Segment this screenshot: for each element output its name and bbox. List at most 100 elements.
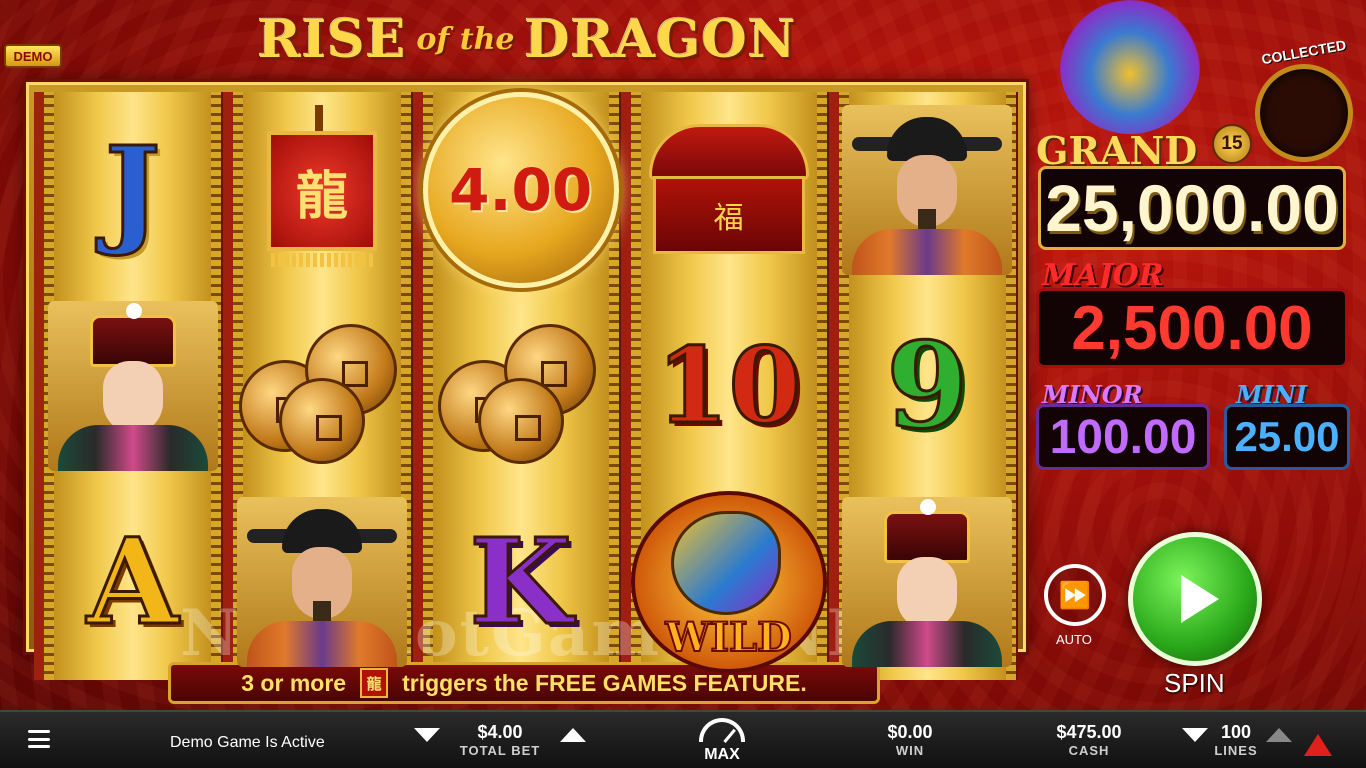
wild-label: WILD bbox=[664, 613, 792, 662]
collected-ring bbox=[1255, 64, 1353, 162]
symbol-cell bbox=[839, 484, 1016, 680]
symbol-cell: 龍 bbox=[233, 92, 410, 288]
empress-crown bbox=[884, 511, 971, 563]
gauge-icon bbox=[699, 718, 745, 742]
coin-icon bbox=[478, 377, 565, 464]
symbol-a: A bbox=[85, 512, 180, 651]
dragon-emblem-icon bbox=[1060, 0, 1200, 134]
lines: 100 LINES bbox=[1206, 722, 1266, 758]
auto-play-button[interactable]: ⏩ bbox=[1044, 564, 1106, 626]
title-dragon: DRAGON bbox=[524, 8, 797, 70]
symbol-empress bbox=[842, 497, 1013, 667]
cash-label: CASH bbox=[1068, 743, 1110, 758]
reel-5: 9 bbox=[828, 92, 1018, 680]
spin-label: SPIN bbox=[1164, 668, 1225, 698]
bet-decrease-button[interactable] bbox=[414, 728, 440, 742]
banner-character: 龍 bbox=[295, 165, 348, 227]
chest-lid bbox=[648, 124, 809, 180]
dragon-head-icon bbox=[670, 511, 781, 615]
mini-jackpot-value: 25.00 bbox=[1224, 404, 1350, 470]
symbol-cell: 福 bbox=[631, 92, 827, 288]
cash-value: $475.00 bbox=[1056, 722, 1122, 742]
symbol-cell bbox=[233, 484, 410, 680]
cash-coin-value: 4.00 bbox=[449, 156, 593, 224]
symbol-cell: A bbox=[44, 484, 221, 680]
symbol-official bbox=[842, 105, 1013, 275]
win-label: WIN bbox=[895, 743, 925, 758]
symbol-cell bbox=[233, 288, 410, 484]
reel-3: 4.00 K bbox=[412, 92, 621, 680]
provider-logo-icon bbox=[1304, 734, 1332, 756]
max-bet-button[interactable]: MAX bbox=[694, 718, 750, 766]
demo-badge: DEMO bbox=[4, 44, 62, 68]
game-title: RISE of the DRAGON bbox=[222, 6, 832, 72]
fast-forward-icon: ⏩ bbox=[1058, 579, 1092, 610]
symbol-cell: K bbox=[423, 484, 619, 680]
chest-character: 福 bbox=[713, 201, 744, 236]
collected-meter: COLLECTED bbox=[1254, 37, 1354, 168]
empress-face bbox=[102, 361, 163, 433]
symbol-coins bbox=[438, 304, 603, 469]
lines-increase-button[interactable] bbox=[1266, 728, 1292, 742]
cash: $475.00 CASH bbox=[1034, 722, 1144, 758]
symbol-cell: J bbox=[44, 92, 221, 288]
auto-label: AUTO bbox=[1056, 632, 1092, 647]
reel-4: 福 10 WILD bbox=[620, 92, 829, 680]
symbol-official bbox=[236, 497, 407, 667]
bet-increase-button[interactable] bbox=[560, 728, 586, 742]
symbol-10: 10 bbox=[655, 324, 803, 447]
game-stage: DEMO RISE of the DRAGON J A 龍 4.00 K 福 1… bbox=[0, 0, 1366, 710]
lines-label: LINES bbox=[1214, 743, 1258, 758]
menu-icon[interactable] bbox=[28, 730, 50, 748]
max-label: MAX bbox=[704, 746, 740, 763]
symbol-j: J bbox=[103, 120, 162, 259]
grand-count-badge: 15 bbox=[1212, 124, 1252, 164]
symbol-treasure-chest: 福 bbox=[648, 124, 809, 256]
title-of-the: of the bbox=[416, 21, 515, 57]
symbol-cell: WILD bbox=[630, 484, 827, 680]
lines-decrease-button[interactable] bbox=[1182, 728, 1208, 742]
symbol-k: K bbox=[468, 512, 574, 651]
official-robe bbox=[246, 621, 397, 667]
play-icon bbox=[1181, 575, 1219, 623]
banner-flag: 龍 bbox=[266, 131, 377, 251]
symbol-cell bbox=[839, 92, 1016, 288]
symbol-9: 9 bbox=[885, 316, 970, 455]
win-value: $0.00 bbox=[887, 722, 933, 742]
lines-value: 100 bbox=[1220, 722, 1252, 742]
bottom-bar: Demo Game Is Active $4.00 TOTAL BET MAX … bbox=[0, 710, 1366, 768]
reel-1: J A bbox=[34, 92, 224, 680]
symbol-cell: 10 bbox=[631, 288, 827, 484]
major-jackpot-value: 2,500.00 bbox=[1036, 288, 1348, 368]
symbol-empress bbox=[47, 301, 218, 471]
grand-jackpot-value: 25,000.00 bbox=[1038, 166, 1346, 250]
spin-button[interactable] bbox=[1128, 532, 1262, 666]
collected-label: COLLECTED bbox=[1260, 36, 1348, 68]
chest-box: 福 bbox=[652, 176, 805, 254]
empress-robe bbox=[57, 425, 208, 471]
empress-crown bbox=[89, 315, 176, 367]
total-bet: $4.00 TOTAL BET bbox=[440, 722, 560, 758]
demo-status: Demo Game Is Active bbox=[170, 734, 325, 751]
banner-fringe bbox=[270, 253, 373, 267]
reel-2: 龍 bbox=[223, 92, 413, 680]
symbol-cell bbox=[423, 288, 619, 484]
empress-face bbox=[897, 557, 958, 629]
symbol-cell: 9 bbox=[839, 288, 1016, 484]
minor-jackpot-value: 100.00 bbox=[1036, 404, 1210, 470]
symbol-cash-coin: 4.00 bbox=[422, 92, 619, 288]
symbol-wild-dragon: WILD bbox=[630, 491, 827, 673]
symbol-dragon-banner-scatter: 龍 bbox=[247, 105, 397, 275]
coin-icon bbox=[279, 377, 366, 464]
total-bet-value: $4.00 bbox=[477, 722, 523, 742]
title-rise: RISE bbox=[257, 8, 407, 70]
empress-robe bbox=[852, 621, 1003, 667]
symbol-cell: 4.00 bbox=[422, 92, 619, 288]
empress-pearl bbox=[125, 303, 142, 319]
symbol-cell bbox=[44, 288, 221, 484]
total-bet-label: TOTAL BET bbox=[459, 743, 541, 758]
win: $0.00 WIN bbox=[860, 722, 960, 758]
symbol-coins bbox=[239, 304, 404, 469]
official-robe bbox=[852, 229, 1003, 275]
reels-grid: J A 龍 4.00 K 福 10 WILD 9 bbox=[34, 92, 1018, 680]
